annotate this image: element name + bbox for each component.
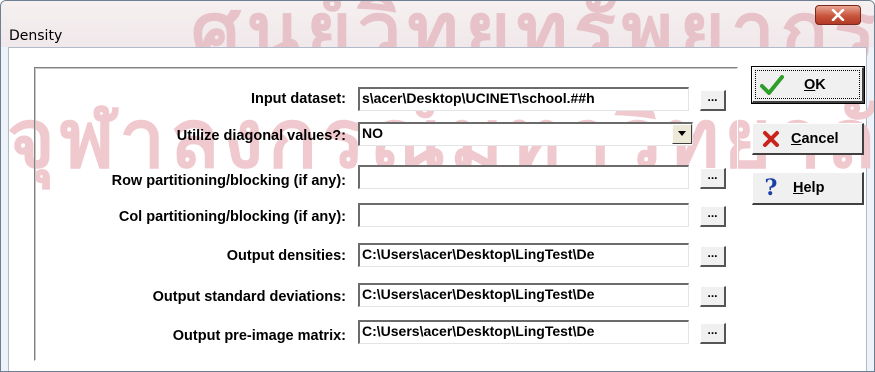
row-partitioning-label: Row partitioning/blocking (if any): (111, 173, 346, 189)
output-std-dev-browse-button[interactable]: ... (700, 286, 726, 307)
question-mark-icon: ? (764, 175, 778, 201)
triangle-down-icon (678, 131, 686, 136)
output-densities-label: Output densities: (226, 248, 346, 264)
title-bar: ศูนย์วิทยทรัพยากร Density (1, 1, 874, 77)
checkmark-icon (756, 74, 788, 95)
output-densities-browse-button[interactable]: ... (700, 246, 726, 267)
row-partitioning-field[interactable] (358, 165, 689, 189)
window-title: Density (9, 28, 63, 44)
ok-button[interactable]: OK (751, 66, 865, 104)
col-partitioning-label: Col partitioning/blocking (if any): (118, 209, 346, 225)
close-x-icon (831, 9, 845, 21)
output-preimage-field[interactable]: C:\Users\acer\Desktop\LingTest\De (358, 320, 689, 344)
output-std-dev-field[interactable]: C:\Users\acer\Desktop\LingTest\De (358, 283, 689, 307)
utilize-diagonal-label: Utilize diagonal values?: (176, 128, 346, 144)
utilize-diagonal-value: NO (362, 125, 383, 141)
col-partitioning-field[interactable] (358, 203, 689, 227)
utilize-diagonal-select[interactable]: NO (358, 122, 693, 146)
cancel-button[interactable]: Cancel (752, 123, 864, 155)
input-dataset-browse-button[interactable]: ... (700, 90, 726, 111)
output-std-dev-label: Output standard deviations: (152, 289, 346, 305)
density-dialog: ศูนย์วิทยทรัพยากร Density จุฬาลงกรณ์มหาว… (0, 0, 875, 372)
close-button[interactable] (815, 5, 861, 25)
x-mark-icon (755, 130, 787, 148)
col-partitioning-browse-button[interactable]: ... (700, 206, 726, 227)
output-densities-field[interactable]: C:\Users\acer\Desktop\LingTest\De (358, 243, 689, 267)
input-dataset-field[interactable]: s\acer\Desktop\UCINET\school.##h (358, 87, 689, 111)
input-dataset-label: Input dataset: (250, 91, 346, 107)
output-preimage-browse-button[interactable]: ... (700, 323, 726, 344)
help-button[interactable]: ? Help (752, 172, 864, 205)
row-partitioning-browse-button[interactable]: ... (700, 168, 726, 189)
dropdown-button[interactable] (672, 124, 692, 144)
output-preimage-label: Output pre-image matrix: (172, 328, 346, 344)
